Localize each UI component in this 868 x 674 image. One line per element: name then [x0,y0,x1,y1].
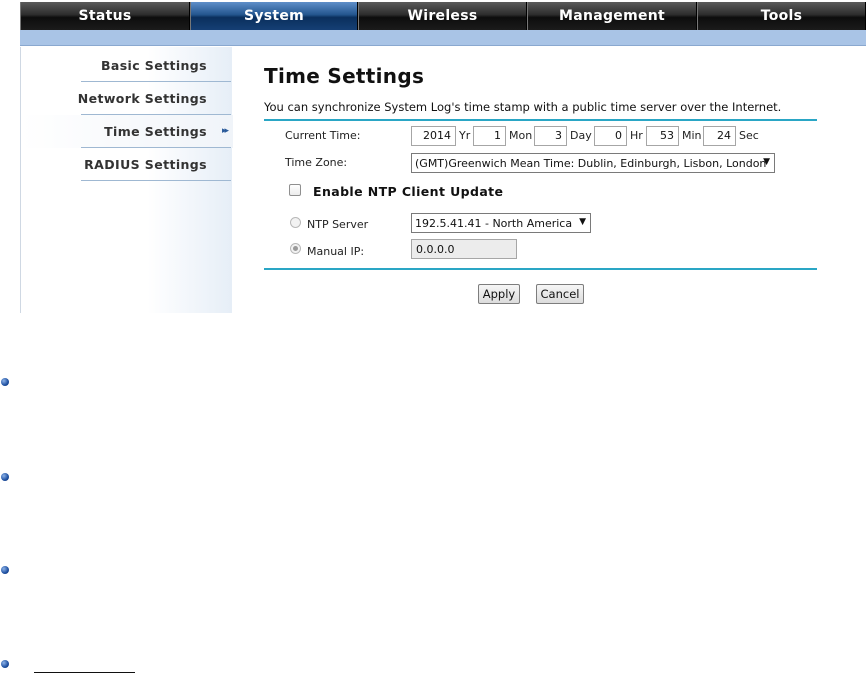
month-unit: Mon [509,129,533,142]
sidebar-item-label: Network Settings [77,91,207,106]
page: Status System Wireless Management Tools … [0,0,868,674]
cancel-button[interactable]: Cancel [536,284,584,304]
minute-input[interactable]: 53 [646,126,679,146]
underline-divider [34,672,135,673]
sidebar-item-network-settings[interactable]: Network Settings [21,82,233,115]
double-chevron-right-icon: ▸▸ [221,126,229,136]
tab-system[interactable]: System [190,2,358,30]
sidebar-item-time-settings[interactable]: Time Settings ▸▸ [21,115,233,148]
apply-button[interactable]: Apply [478,284,520,304]
top-nav: Status System Wireless Management Tools [20,2,866,30]
page-description: You can synchronize System Log's time st… [264,100,782,114]
sub-nav-bar [20,30,866,46]
tab-tools[interactable]: Tools [697,2,866,30]
section-divider-bottom [264,268,817,270]
bullet-icon [1,473,9,481]
time-zone-select[interactable]: (GMT)Greenwich Mean Time: Dublin, Edinbu… [411,153,775,173]
enable-ntp-label: Enable NTP Client Update [313,184,504,199]
sidebar-item-basic-settings[interactable]: Basic Settings [21,49,233,82]
bullet-icon [1,378,9,386]
sidebar-item-label: Time Settings [104,124,207,139]
month-input[interactable]: 1 [473,126,506,146]
sidebar-divider [81,180,231,181]
dropdown-arrow-icon: ▼ [579,217,586,227]
second-unit: Sec [739,129,759,142]
hour-unit: Hr [630,129,643,142]
bullet-icon [1,566,9,574]
sidebar-item-label: Basic Settings [100,58,207,73]
time-zone-label: Time Zone: [285,156,348,169]
manual-ip-input[interactable]: 0.0.0.0 [411,239,517,259]
sidebar: Basic Settings Network Settings Time Set… [20,47,233,313]
section-divider-top [264,119,817,121]
page-title: Time Settings [264,64,425,88]
day-unit: Day [570,129,592,142]
sidebar-item-label: RADIUS Settings [84,157,207,172]
ntp-server-selected-value: 192.5.41.41 - North America [415,216,573,230]
enable-ntp-checkbox[interactable] [289,184,301,196]
year-unit: Yr [459,129,471,142]
tab-wireless[interactable]: Wireless [358,2,527,30]
sidebar-item-radius-settings[interactable]: RADIUS Settings [21,148,233,181]
tab-management[interactable]: Management [527,2,697,30]
ntp-server-select[interactable]: 192.5.41.41 - North America ▼ [411,213,591,233]
time-zone-selected-value: (GMT)Greenwich Mean Time: Dublin, Edinbu… [415,156,767,170]
dropdown-arrow-icon: ▼ [763,157,770,167]
ntp-server-radio[interactable] [290,217,301,228]
manual-ip-label: Manual IP: [307,245,365,258]
year-input[interactable]: 2014 [411,126,456,146]
minute-unit: Min [682,129,702,142]
manual-ip-radio[interactable] [290,243,301,254]
ntp-server-label: NTP Server [307,218,369,231]
current-time-label: Current Time: [285,129,361,142]
bullet-icon [1,660,9,668]
hour-input[interactable]: 0 [594,126,627,146]
tab-status[interactable]: Status [20,2,190,30]
day-input[interactable]: 3 [534,126,567,146]
second-input[interactable]: 24 [703,126,736,146]
